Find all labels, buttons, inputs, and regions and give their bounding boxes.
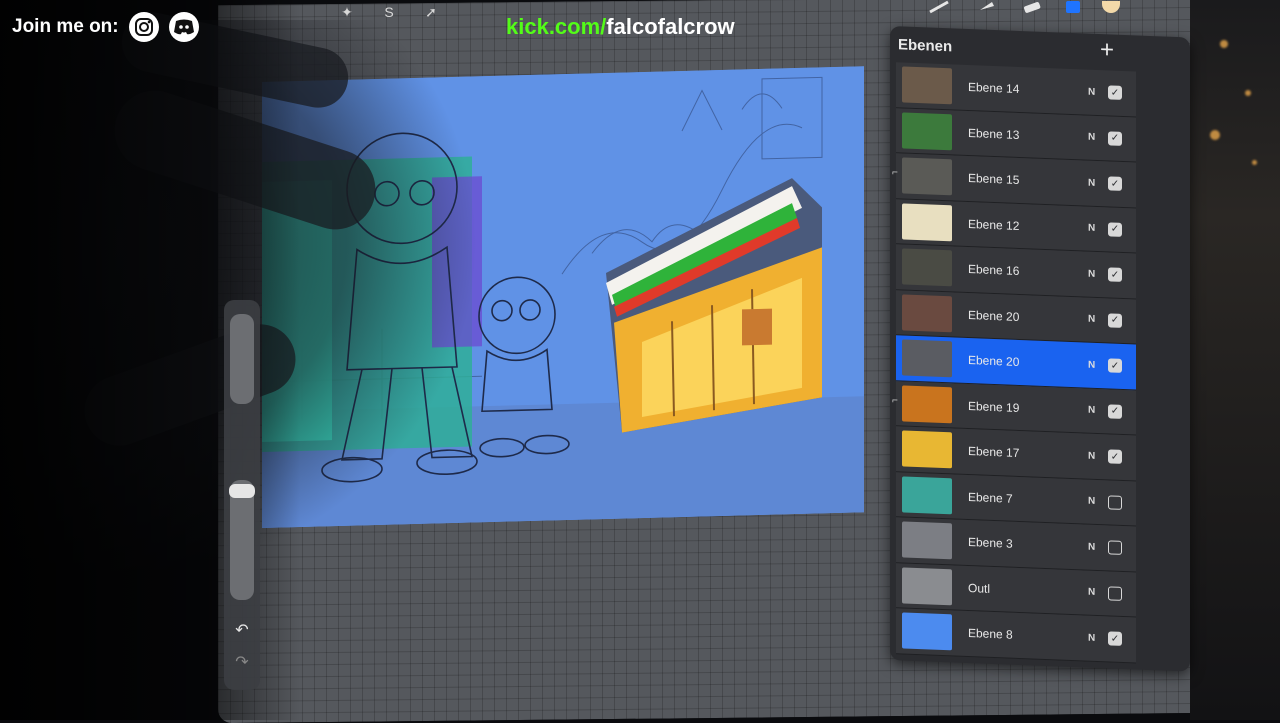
- layer-visibility-checkbox[interactable]: ✓: [1108, 85, 1122, 101]
- wand-icon[interactable]: ✦: [338, 3, 356, 21]
- blend-mode-button[interactable]: N: [1088, 450, 1108, 462]
- layer-thumbnail[interactable]: [902, 248, 952, 287]
- brush-size-slider[interactable]: [230, 314, 254, 404]
- social-label: Join me on:: [12, 16, 119, 37]
- social-overlay: Join me on:: [12, 12, 199, 42]
- layer-visibility-checkbox[interactable]: ✓: [1108, 449, 1122, 465]
- brush-sidebar: ↶ ↷: [224, 300, 260, 690]
- layer-name: Ebene 19: [968, 398, 1020, 415]
- add-layer-button[interactable]: +: [1100, 36, 1114, 64]
- layer-name: Ebene 20: [968, 353, 1020, 370]
- opacity-slider-knob[interactable]: [229, 484, 255, 498]
- blend-mode-button[interactable]: N: [1088, 541, 1108, 553]
- clipping-mask-icon: ⌐: [892, 394, 898, 406]
- layer-visibility-checkbox[interactable]: [1108, 495, 1122, 510]
- layer-name: Ebene 15: [968, 171, 1020, 188]
- layer-visibility-checkbox[interactable]: ✓: [1108, 176, 1122, 192]
- layer-thumbnail[interactable]: [902, 567, 952, 606]
- layer-name: Ebene 8: [968, 626, 1013, 642]
- arrow-icon[interactable]: ➚: [422, 3, 440, 21]
- blend-mode-button[interactable]: N: [1088, 177, 1108, 189]
- layer-visibility-checkbox[interactable]: ✓: [1108, 267, 1122, 283]
- layer-name: Ebene 17: [968, 444, 1020, 461]
- clipping-mask-icon: ⌐: [892, 167, 898, 179]
- instagram-icon: [128, 12, 159, 42]
- layer-name: Ebene 3: [968, 535, 1013, 551]
- layer-visibility-checkbox[interactable]: ✓: [1108, 404, 1122, 419]
- layer-visibility-checkbox[interactable]: ✓: [1108, 222, 1122, 237]
- layer-name: Outl: [968, 580, 991, 596]
- layer-thumbnail[interactable]: [902, 203, 952, 242]
- drawing-canvas[interactable]: [262, 66, 864, 528]
- layer-name: Ebene 20: [968, 307, 1020, 324]
- kick-domain: kick.com/: [506, 14, 607, 39]
- blend-mode-button[interactable]: N: [1088, 496, 1108, 508]
- layer-visibility-checkbox[interactable]: ✓: [1108, 313, 1122, 328]
- layer-visibility-checkbox[interactable]: ✓: [1108, 631, 1122, 647]
- blend-mode-button[interactable]: N: [1088, 632, 1108, 644]
- smudge-icon[interactable]: [974, 0, 998, 14]
- layer-name: Ebene 12: [968, 216, 1020, 233]
- blend-mode-button[interactable]: N: [1088, 268, 1108, 280]
- layers-panel-title: Ebenen: [898, 36, 953, 56]
- blend-mode-button[interactable]: N: [1088, 405, 1108, 417]
- layer-list: Ebene 14 N ✓ Ebene 13 N ✓ ⌐ Ebene 15 N ✓ Ebene 12 N…: [892, 62, 1136, 663]
- eraser-icon[interactable]: [1020, 0, 1044, 14]
- kick-overlay: kick.com/falcofalcrow: [506, 14, 735, 40]
- layer-thumbnail[interactable]: [902, 521, 952, 560]
- artwork: [262, 66, 864, 528]
- redo-icon[interactable]: ↷: [232, 654, 252, 672]
- brush-icon[interactable]: [928, 0, 952, 14]
- blend-mode-button[interactable]: N: [1088, 132, 1108, 144]
- layers-panel: Ebenen + Ebene 14 N ✓ Ebene 13 N ✓ ⌐ Ebene 15 N ✓…: [890, 26, 1190, 672]
- layer-visibility-checkbox[interactable]: [1108, 540, 1122, 556]
- layer-visibility-checkbox[interactable]: ✓: [1108, 131, 1122, 146]
- layer-thumbnail[interactable]: [902, 430, 952, 469]
- selection-s-icon[interactable]: S: [380, 3, 398, 21]
- color-icon[interactable]: [1102, 1, 1120, 13]
- kick-channel: falcofalcrow: [606, 14, 735, 39]
- layer-visibility-checkbox[interactable]: [1108, 586, 1122, 601]
- layer-thumbnail[interactable]: [902, 66, 952, 105]
- brush-opacity-slider[interactable]: [230, 480, 254, 600]
- layer-name: Ebene 13: [968, 125, 1020, 142]
- layer-visibility-checkbox[interactable]: ✓: [1108, 358, 1122, 374]
- layer-name: Ebene 14: [968, 80, 1020, 97]
- undo-icon[interactable]: ↶: [232, 622, 252, 640]
- layer-name: Ebene 16: [968, 262, 1020, 279]
- layers-icon[interactable]: [1066, 1, 1080, 13]
- blend-mode-button[interactable]: N: [1088, 359, 1108, 371]
- blend-mode-button[interactable]: N: [1088, 86, 1108, 98]
- layer-thumbnail[interactable]: [902, 294, 952, 333]
- layer-thumbnail[interactable]: [902, 385, 952, 424]
- layer-thumbnail[interactable]: [902, 612, 952, 651]
- blend-mode-button[interactable]: N: [1088, 223, 1108, 235]
- layer-row[interactable]: Ebene 8 N ✓: [896, 608, 1136, 663]
- layer-thumbnail[interactable]: [902, 112, 952, 151]
- layer-thumbnail[interactable]: [902, 157, 952, 196]
- background-window: [1190, 0, 1280, 720]
- blend-mode-button[interactable]: N: [1088, 314, 1108, 326]
- discord-icon: [168, 12, 199, 42]
- top-left-toolbar: ✦ S ➚: [338, 3, 440, 21]
- blend-mode-button[interactable]: N: [1088, 587, 1108, 599]
- top-right-toolbar: [928, 0, 1120, 14]
- layer-thumbnail[interactable]: [902, 339, 952, 378]
- layer-thumbnail[interactable]: [902, 476, 952, 515]
- layer-name: Ebene 7: [968, 489, 1013, 506]
